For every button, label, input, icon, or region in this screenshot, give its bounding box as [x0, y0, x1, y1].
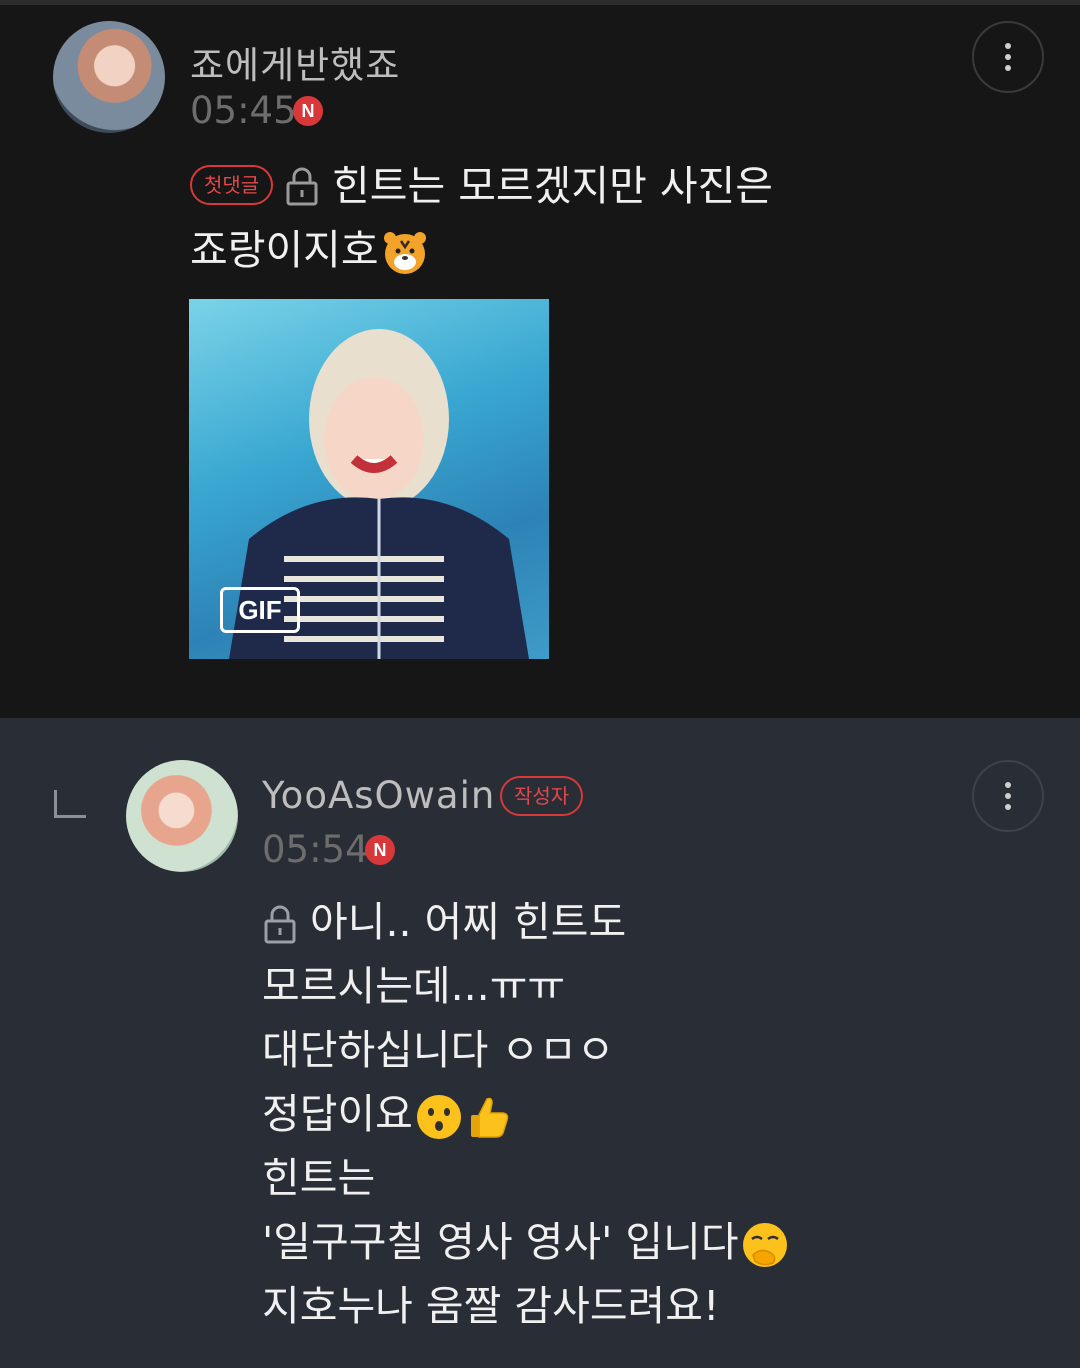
comment-body: 아니.. 어찌 힌트도 모르시는데...ㅠㅠ 대단하십니다 ㅇㅁㅇ 정답이요 힌… — [262, 890, 789, 1338]
face-with-hand-over-mouth-icon — [742, 1223, 787, 1267]
new-badge-icon: N — [293, 96, 323, 126]
avatar[interactable] — [53, 21, 165, 133]
more-vertical-icon — [1005, 43, 1011, 49]
avatar[interactable] — [126, 760, 238, 872]
comment-time: 05:54 — [262, 828, 369, 871]
comment-line: 아니.. 어찌 힌트도 — [310, 898, 627, 946]
comment-line-wrap: 정답이요 — [262, 1082, 789, 1146]
comment-line: 모르시는데...ㅠㅠ — [262, 962, 566, 1010]
comment-line: 힌트는 모르겠지만 사진은 — [332, 162, 773, 210]
comment-line: 죠랑이지호 — [190, 226, 379, 274]
reply-comment-item: YooAsOwain 작성자 05:54 N 아니.. 어찌 힌트도 모르시는데… — [0, 718, 1080, 1368]
comment-line: '일구구칠 영사 영사' 입니다 — [262, 1218, 739, 1266]
comment-line: 정답이요 — [262, 1090, 413, 1138]
gif-label: GIF — [220, 587, 300, 633]
comment-line-wrap: '일구구칠 영사 영사' 입니다 — [262, 1210, 789, 1274]
comment-username[interactable]: YooAsOwain — [262, 774, 495, 817]
author-chip: 작성자 — [500, 776, 584, 816]
more-vertical-icon — [1005, 782, 1011, 788]
reply-arrow-icon — [54, 790, 86, 818]
comment-item: 죠에게반했죠 05:45 N 첫댓글 힌트는 모르겠지만 사진은 죠랑이지호 G… — [0, 5, 1080, 718]
comment-username[interactable]: 죠에게반했죠 — [190, 35, 400, 89]
more-options-button[interactable] — [972, 21, 1044, 93]
comment-line: 힌트는 — [262, 1154, 376, 1202]
thumbs-up-icon — [470, 1097, 509, 1138]
comment-line: 지호누나 움짤 감사드려요! — [262, 1282, 720, 1330]
tiger-face-icon — [383, 232, 426, 274]
more-options-button[interactable] — [972, 760, 1044, 832]
comment-time: 05:45 — [190, 89, 297, 132]
hushed-face-icon — [416, 1095, 461, 1139]
comment-body: 힌트는 모르겠지만 사진은 죠랑이지호 — [190, 154, 773, 282]
comment-line-wrap: 죠랑이지호 — [190, 218, 773, 282]
comment-line: 대단하십니다 ㅇㅁㅇ — [262, 1026, 615, 1074]
new-badge-icon: N — [365, 835, 395, 865]
